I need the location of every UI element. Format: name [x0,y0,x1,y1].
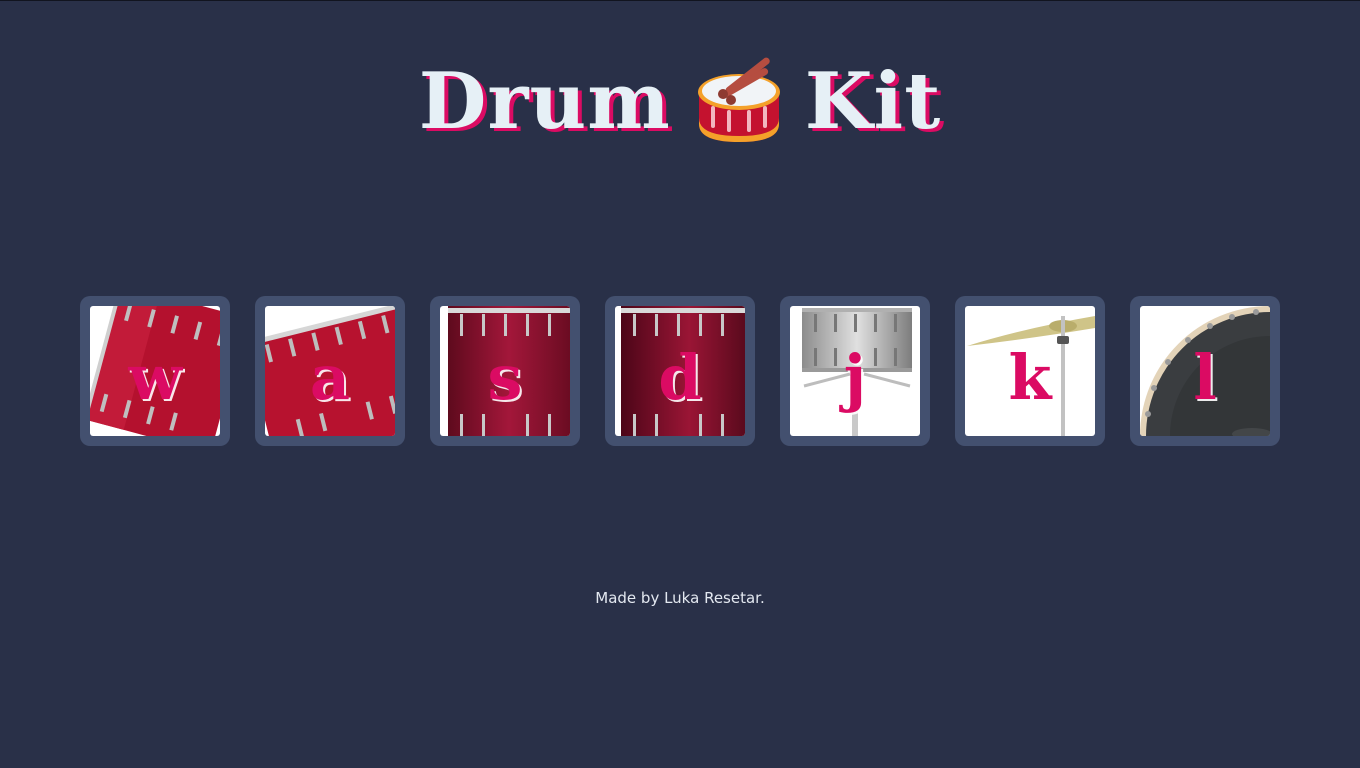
drum-face: j [790,306,920,436]
title-drum-word: Drum [418,56,671,147]
footer-credit: Made by Luka Resetar. [595,589,765,607]
drum-face: l [1140,306,1270,436]
drum-button-k[interactable]: k [955,296,1105,446]
title-kit-word: Kit [804,56,942,147]
drum-button-l[interactable]: l [1130,296,1280,446]
drum-button-a[interactable]: a [255,296,405,446]
key-label: w [128,340,182,414]
drum-icon [693,56,785,148]
key-label: j [843,340,867,414]
drum-face: w [90,306,220,436]
drum-button-d[interactable]: d [605,296,755,446]
drum-face: a [265,306,395,436]
drum-face: s [440,306,570,436]
drum-button-w[interactable]: w [80,296,230,446]
key-label: a [309,340,351,414]
key-label: d [658,340,702,414]
drum-button-s[interactable]: s [430,296,580,446]
drum-face: k [965,306,1095,436]
page-title: Drum Kit [0,52,1360,152]
key-label: l [1193,340,1217,414]
key-label: k [1008,340,1052,414]
key-label: s [487,340,523,414]
top-border [0,0,1360,1]
drum-button-j[interactable]: j [780,296,930,446]
drum-face: d [615,306,745,436]
drum-set: w a s d j k l [80,296,1280,446]
